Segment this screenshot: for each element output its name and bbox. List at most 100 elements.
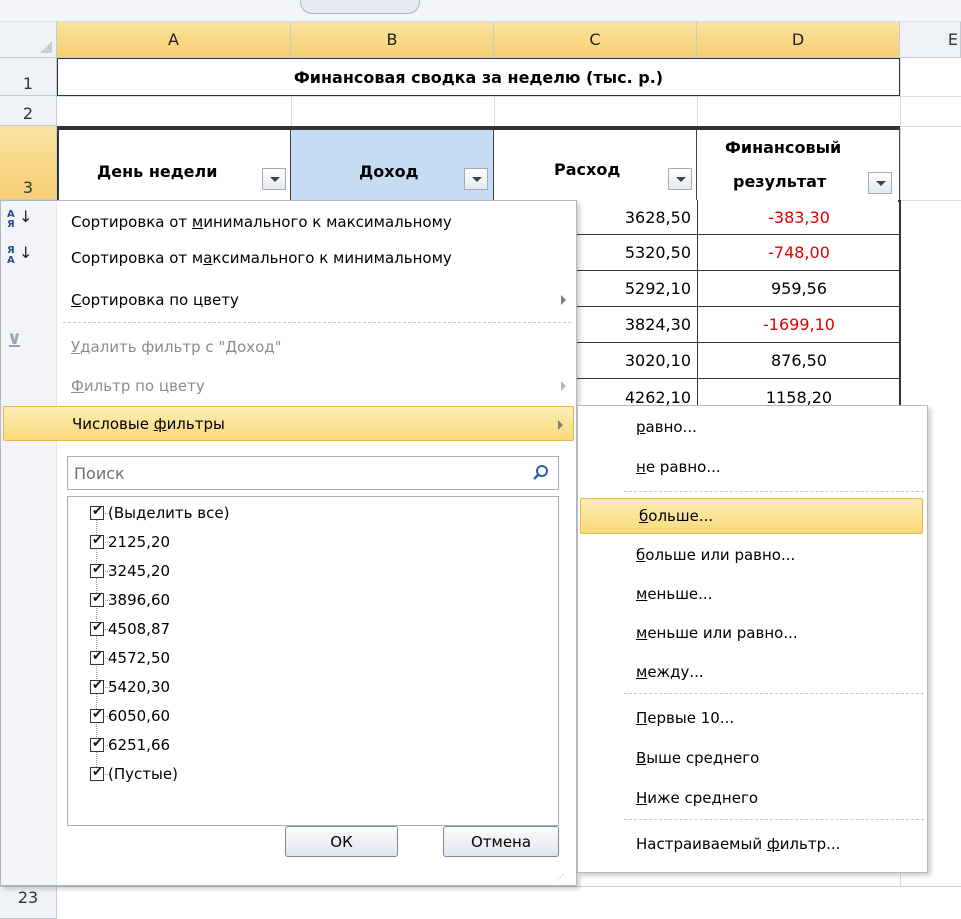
checklist-item[interactable]: (Выделить все): [90, 502, 229, 524]
filter-not-equals-label: не равно...: [636, 458, 721, 476]
expense-cell[interactable]: 3020,10: [577, 343, 697, 379]
checklist-item[interactable]: 6050,60: [90, 705, 170, 727]
checklist-label: 5420,30: [108, 678, 171, 696]
checkbox-checked-icon[interactable]: [90, 591, 104, 607]
submenu-arrow-icon: [561, 381, 566, 391]
filter-top10-item[interactable]: Первые 10...: [578, 700, 927, 736]
filter-less-label: меньше...: [636, 585, 713, 603]
filter-top10-label: Первые 10...: [636, 709, 735, 727]
checklist-item[interactable]: 3896,60: [90, 589, 170, 611]
filter-less-item[interactable]: меньше...: [578, 576, 927, 612]
column-header-c[interactable]: C: [494, 22, 697, 58]
result-cell[interactable]: 876,50: [698, 343, 900, 379]
clear-filter-item[interactable]: ⊻ Удалить фильтр с "Доход": [1, 329, 576, 364]
search-input[interactable]: Поиск: [67, 456, 559, 490]
checklist-item[interactable]: 4508,87: [90, 618, 170, 640]
resize-grip-icon[interactable]: ⋰: [556, 873, 568, 883]
checklist-item[interactable]: 4572,50: [90, 647, 170, 669]
row-header-3[interactable]: 3: [0, 126, 57, 200]
search-placeholder: Поиск: [74, 464, 125, 483]
filter-by-color-label: Фильтр по цвету: [71, 376, 205, 395]
filter-equals-label: равно...: [636, 418, 697, 436]
result-cell[interactable]: -1699,10: [698, 307, 900, 343]
checkbox-checked-icon[interactable]: [90, 678, 104, 694]
checklist-label: 6251,66: [108, 736, 171, 754]
filter-dropdown-expense[interactable]: [668, 168, 692, 190]
filter-equals-item[interactable]: равно...: [578, 409, 927, 445]
checkbox-checked-icon[interactable]: [90, 765, 104, 781]
filter-between-item[interactable]: между...: [578, 654, 927, 690]
expense-cell[interactable]: 5292,10: [577, 271, 697, 307]
header-cell-expense[interactable]: Расход: [494, 128, 697, 200]
checkbox-checked-icon[interactable]: [90, 620, 104, 636]
number-filters-submenu: равно... не равно... больше... больше ил…: [577, 405, 928, 873]
filter-dropdown-day[interactable]: [262, 168, 286, 190]
checklist-label: 3896,60: [108, 591, 171, 609]
filter-dropdown-income[interactable]: [464, 168, 488, 190]
expense-cell[interactable]: 5320,50: [577, 235, 697, 271]
column-label: A: [168, 30, 179, 49]
sort-ascending-item[interactable]: А Я ↓ Сортировка от минимального к максима…: [1, 204, 576, 239]
filter-below-average-item[interactable]: Ниже среднего: [578, 780, 927, 816]
header-day-text: День недели: [97, 162, 218, 181]
checkbox-checked-icon[interactable]: [90, 736, 104, 752]
checklist-item[interactable]: 3245,20: [90, 560, 170, 582]
result-cell[interactable]: -383,30: [698, 200, 900, 235]
number-filters-item[interactable]: Числовые фильтры: [3, 406, 574, 441]
row-label: 23: [17, 888, 39, 907]
expense-cell[interactable]: 3628,50: [577, 200, 697, 235]
clear-filter-icon: ⊻: [7, 331, 22, 352]
checkbox-checked-icon[interactable]: [90, 562, 104, 578]
result-cell[interactable]: 959,56: [698, 271, 900, 307]
result-cell[interactable]: -748,00: [698, 235, 900, 271]
sort-descending-item[interactable]: Я А ↓ Сортировка от максимального к минима…: [1, 240, 576, 275]
column-label: E: [947, 30, 958, 49]
expense-cell[interactable]: 3824,30: [577, 307, 697, 343]
checkbox-checked-icon[interactable]: [90, 504, 104, 520]
checklist-item[interactable]: 2125,20: [90, 531, 170, 553]
column-header-b[interactable]: B: [291, 22, 494, 58]
filter-greater-item[interactable]: больше...: [580, 498, 923, 534]
checklist-item[interactable]: (Пустые): [90, 763, 178, 785]
excel-window: A B C D E 1 2 3 23 Финансовая сводка за …: [0, 0, 961, 919]
row-header-23[interactable]: 23: [0, 886, 57, 919]
checklist-label: 3245,20: [108, 562, 171, 580]
header-expense-text: Расход: [554, 160, 621, 179]
row-label: 1: [22, 74, 34, 93]
row-header-1[interactable]: 1: [0, 58, 57, 96]
sort-by-color-item[interactable]: Сортировка по цвету: [1, 282, 576, 317]
row-label: 3: [22, 178, 34, 197]
checklist-label: (Пустые): [108, 765, 178, 783]
sort-descending-label: Сортировка от максимального к минимально…: [71, 248, 452, 267]
cancel-button[interactable]: Отмена: [443, 826, 559, 857]
column-header-e[interactable]: E: [900, 22, 961, 58]
checklist-label: (Выделить все): [108, 504, 230, 522]
checkbox-checked-icon[interactable]: [90, 707, 104, 723]
filter-greater-equal-item[interactable]: больше или равно...: [578, 537, 927, 573]
checklist-item[interactable]: 5420,30: [90, 676, 170, 698]
header-result-line1: Финансовый: [725, 138, 842, 157]
row-header-2[interactable]: 2: [0, 96, 57, 126]
column-header-a[interactable]: A: [57, 22, 291, 58]
checklist-item[interactable]: 6251,66: [90, 734, 170, 756]
header-cell-day[interactable]: День недели: [59, 128, 291, 200]
menu-separator: [624, 693, 924, 694]
column-header-d[interactable]: D: [697, 22, 900, 58]
value-checklist: (Выделить все) 2125,20 3245,20 3896,60 4…: [67, 496, 559, 826]
sheet-title[interactable]: Финансовая сводка за неделю (тыс. р.): [57, 58, 900, 96]
checkbox-checked-icon[interactable]: [90, 649, 104, 665]
search-icon: [533, 465, 548, 480]
checklist-label: 2125,20: [108, 533, 171, 551]
filter-by-color-item[interactable]: Фильтр по цвету: [1, 368, 576, 403]
filter-not-equals-item[interactable]: не равно...: [578, 449, 927, 485]
column-label: D: [791, 30, 805, 49]
filter-above-average-item[interactable]: Выше среднего: [578, 740, 927, 776]
custom-filter-item[interactable]: Настраиваемый фильтр...: [578, 826, 927, 862]
clear-filter-label: Удалить фильтр с "Доход": [71, 337, 282, 356]
ok-button[interactable]: ОК: [285, 826, 398, 857]
filter-less-equal-item[interactable]: меньше или равно...: [578, 615, 927, 651]
select-all-corner[interactable]: [0, 22, 57, 58]
checklist-label: 4508,87: [108, 620, 171, 638]
filter-dropdown-result[interactable]: [868, 172, 892, 194]
checkbox-checked-icon[interactable]: [90, 533, 104, 549]
